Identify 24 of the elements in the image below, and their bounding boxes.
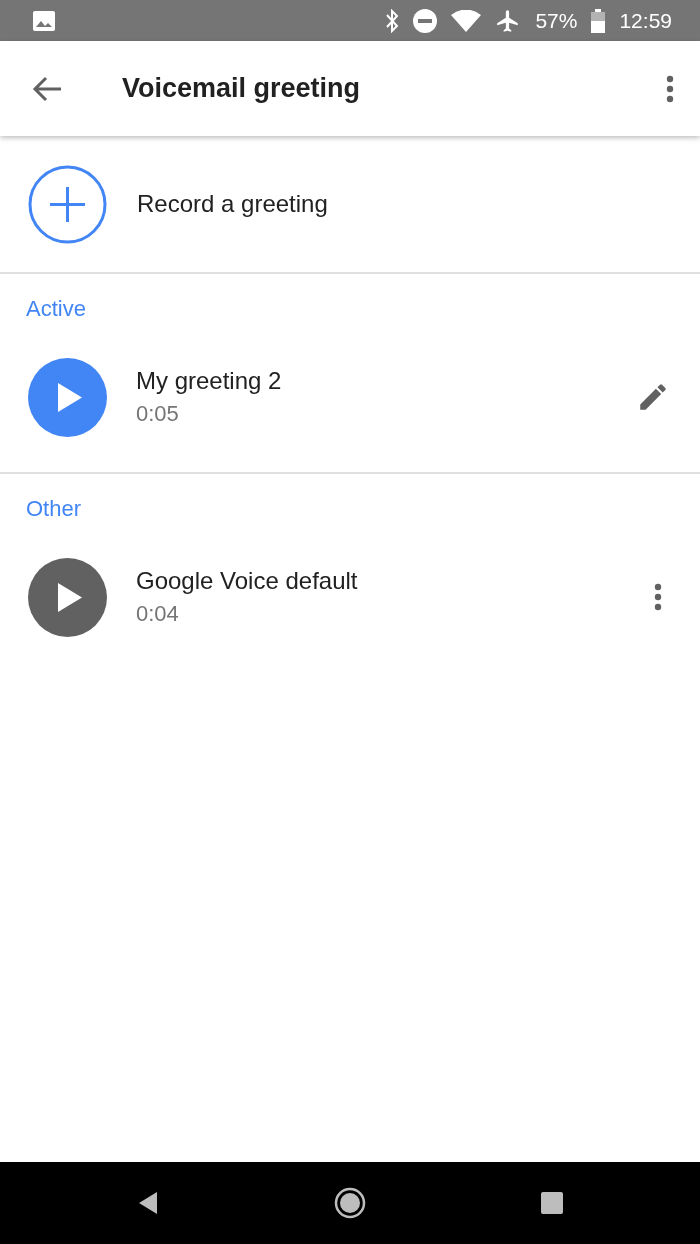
bluetooth-icon (385, 8, 400, 33)
wifi-icon (451, 9, 482, 32)
section-header: Active (25, 295, 87, 322)
play-button[interactable] (28, 557, 107, 637)
battery-percentage: 57% (535, 8, 578, 33)
greeting-duration: 0:05 (136, 401, 180, 427)
battery-icon (591, 8, 606, 33)
record-greeting-label[interactable]: Record a greeting (137, 190, 328, 218)
add-icon[interactable] (28, 164, 107, 244)
home-icon[interactable] (334, 1187, 366, 1219)
do-not-disturb-icon (413, 8, 438, 33)
clock-time: 12:59 (619, 8, 672, 33)
more-icon[interactable] (666, 74, 674, 103)
image-icon (32, 9, 56, 32)
more-icon[interactable] (654, 583, 662, 611)
greeting-title: My greeting 2 (136, 367, 283, 395)
screen-title: Voicemail greeting (122, 73, 362, 104)
back-icon[interactable] (32, 75, 62, 102)
section-header: Other (25, 495, 83, 522)
greeting-duration: 0:04 (136, 601, 180, 627)
greeting-title: Google Voice default (136, 567, 359, 595)
back-icon[interactable] (137, 1191, 160, 1215)
play-button[interactable] (28, 357, 107, 437)
overview-icon[interactable] (540, 1192, 563, 1214)
